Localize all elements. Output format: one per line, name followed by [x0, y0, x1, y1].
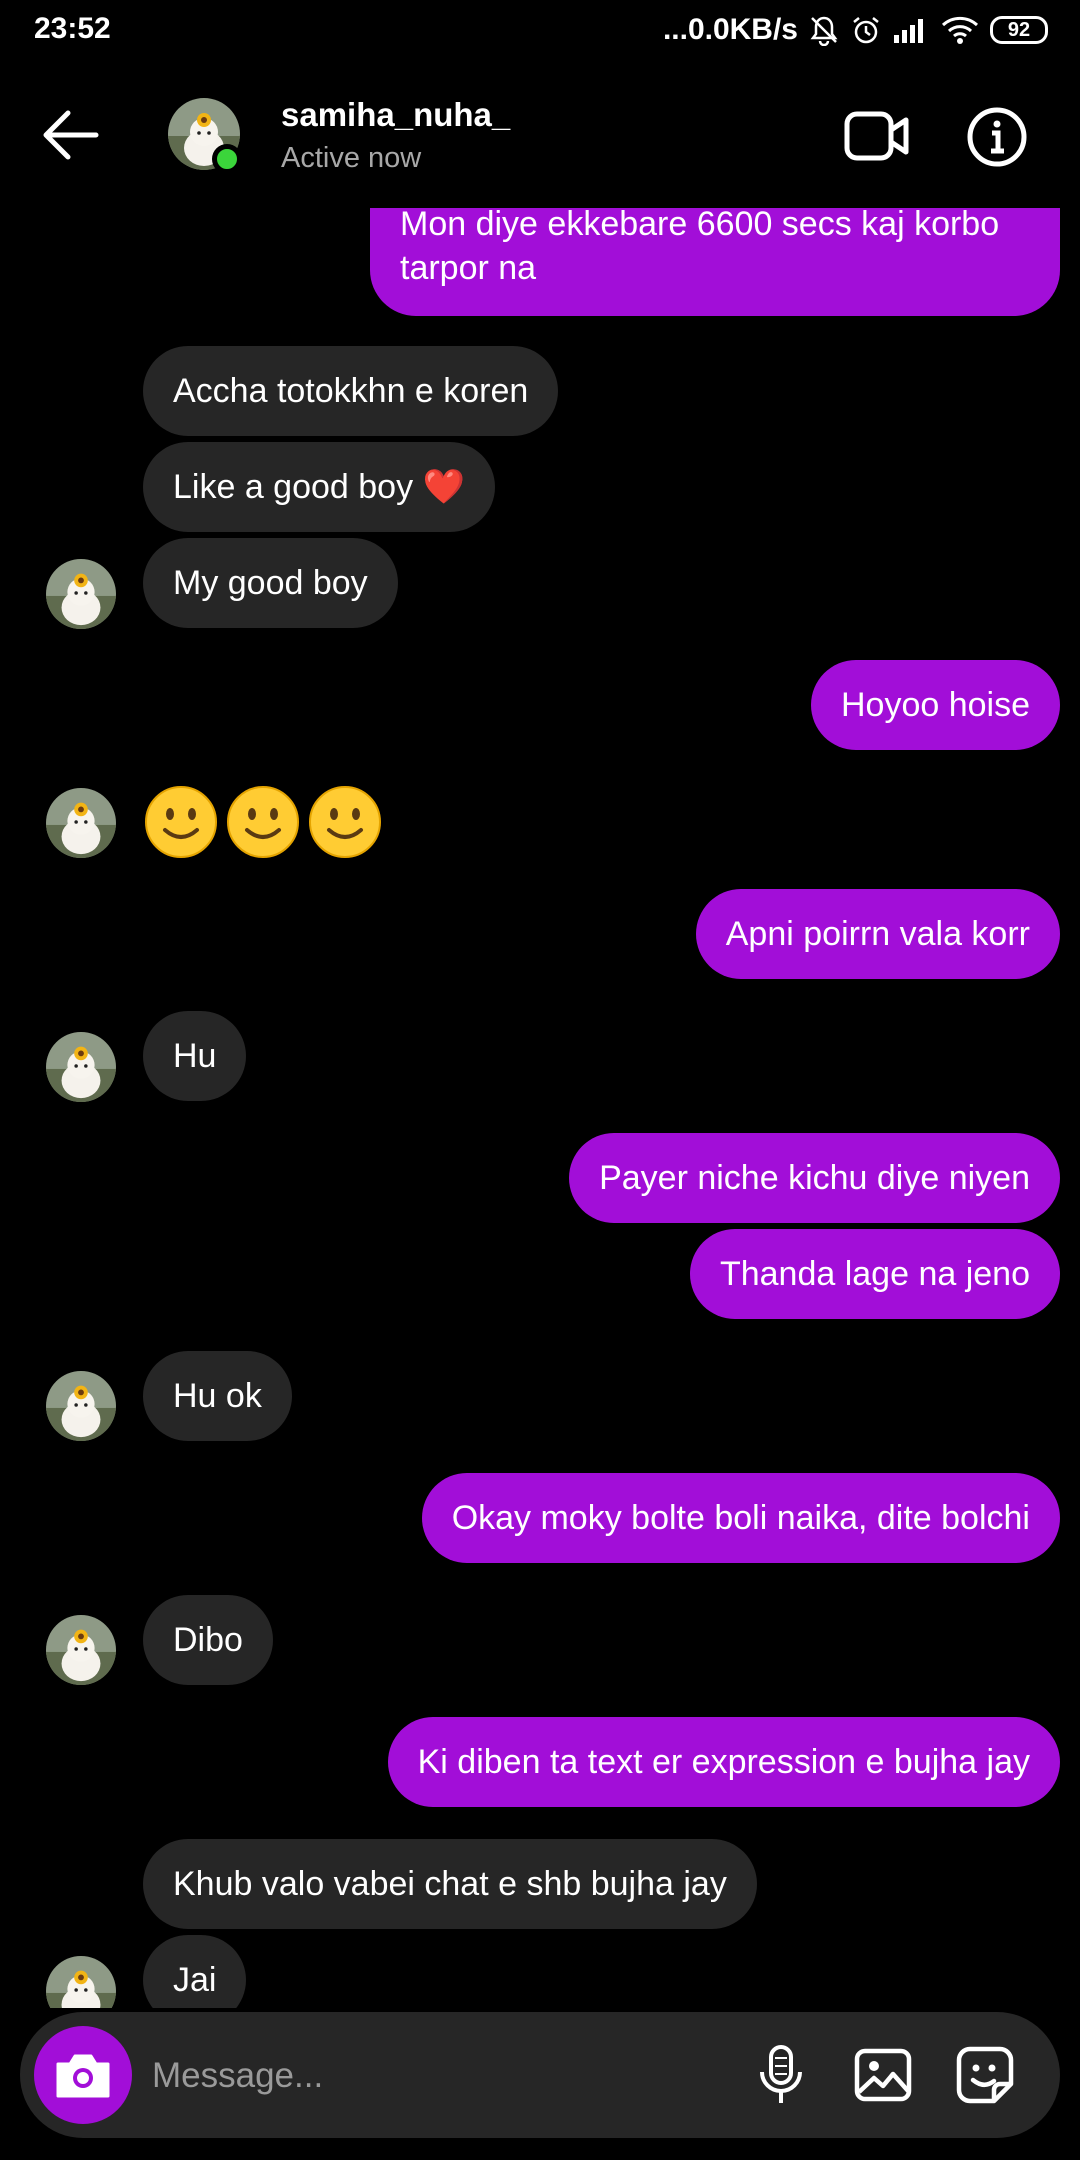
video-call-icon[interactable]	[844, 108, 910, 164]
message-incoming[interactable]: Jai	[143, 1935, 247, 2008]
message-outgoing[interactable]: Apni poirrn vala korr	[695, 889, 1060, 979]
signal-icon	[892, 15, 930, 45]
message-thread[interactable]: Mon diye ekkebare 6600 secs kaj korbo ta…	[0, 208, 1080, 2008]
message-incoming[interactable]: Like a good boy ❤️	[143, 442, 495, 532]
emoji-message[interactable]: 🙂🙂🙂	[143, 784, 383, 860]
status-time: 23:52	[34, 12, 111, 45]
status-bar: 23:52 ...0.0KB/s 92	[0, 0, 1080, 62]
avatar[interactable]	[46, 1956, 116, 2008]
online-indicator	[212, 144, 242, 174]
avatar[interactable]	[46, 1032, 116, 1102]
gallery-icon[interactable]	[852, 2044, 914, 2106]
slightly-smiling-face-icon	[227, 786, 299, 858]
message-outgoing[interactable]: Ki diben ta text er expression e bujha j…	[387, 1717, 1060, 1807]
slightly-smiling-face-icon	[145, 786, 217, 858]
camera-button[interactable]	[34, 2026, 132, 2124]
contact-username[interactable]: samiha_nuha_	[281, 96, 510, 134]
mute-icon	[808, 14, 840, 46]
network-speed: ...0.0KB/s	[662, 13, 798, 46]
message-incoming[interactable]: Dibo	[143, 1595, 273, 1685]
avatar[interactable]	[46, 788, 116, 858]
sticker-icon[interactable]	[954, 2044, 1016, 2106]
avatar[interactable]	[46, 1371, 116, 1441]
info-icon[interactable]	[966, 106, 1028, 168]
message-incoming[interactable]: Hu	[143, 1011, 247, 1101]
message-outgoing[interactable]: Thanda lage na jeno	[689, 1229, 1060, 1319]
battery-icon: 92	[990, 16, 1048, 44]
status-icons: ...0.0KB/s 92	[663, 12, 1048, 48]
message-incoming[interactable]: Accha totokkhn e koren	[143, 346, 559, 436]
message-outgoing[interactable]: Payer niche kichu diye niyen	[569, 1133, 1060, 1223]
avatar[interactable]	[46, 1615, 116, 1685]
message-outgoing[interactable]: Hoyoo hoise	[810, 660, 1060, 750]
message-composer	[20, 2012, 1060, 2138]
slightly-smiling-face-icon	[309, 786, 381, 858]
message-incoming[interactable]: My good boy	[143, 538, 398, 628]
avatar[interactable]	[46, 559, 116, 629]
message-incoming[interactable]: Hu ok	[143, 1351, 292, 1441]
wifi-icon	[940, 15, 980, 45]
alarm-icon	[850, 14, 882, 46]
message-input[interactable]	[150, 2042, 734, 2110]
message-outgoing[interactable]: Okay moky bolte boli naika, dite bolchi	[421, 1473, 1060, 1563]
message-incoming[interactable]: Khub valo vabei chat e shb bujha jay	[143, 1839, 757, 1929]
message-outgoing[interactable]: Mon diye ekkebare 6600 secs kaj korbo ta…	[370, 208, 1060, 316]
back-arrow-icon[interactable]	[38, 107, 102, 163]
microphone-icon[interactable]	[750, 2044, 812, 2106]
contact-status: Active now	[281, 142, 422, 174]
chat-header: samiha_nuha_ Active now	[0, 62, 1080, 208]
camera-icon	[56, 2054, 110, 2098]
